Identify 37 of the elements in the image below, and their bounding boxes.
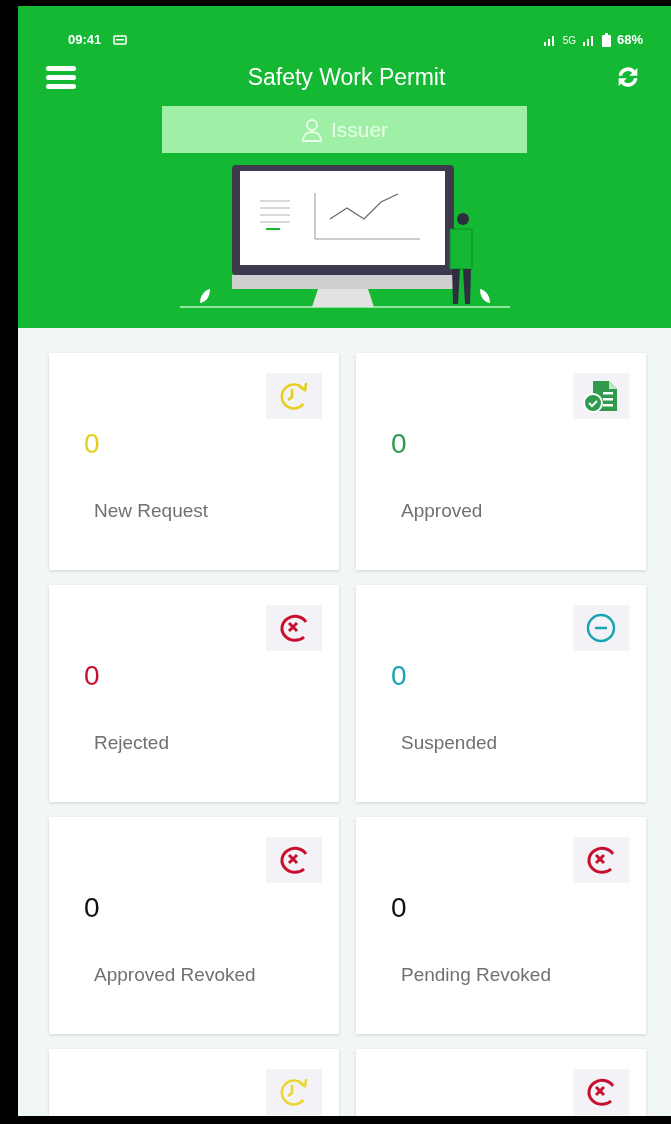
signal-icon — [581, 34, 596, 46]
signal-icon — [542, 34, 557, 46]
status-label: Suspended — [401, 731, 498, 755]
status-card[interactable]: 0 New Request — [49, 353, 339, 570]
leaf-icon — [199, 289, 210, 303]
status-label: New Request — [94, 499, 209, 523]
status-label: Approved Revoked — [94, 963, 256, 987]
status-label: Pending Revoked — [401, 963, 551, 987]
count-value: 0 — [391, 427, 407, 461]
status-label: Approved — [401, 499, 483, 523]
status-card[interactable]: 0 Approved — [356, 353, 646, 570]
app-title: Safety Work Permit — [247, 62, 446, 92]
battery-percent: 68% — [616, 31, 643, 50]
role-label: Issuer — [330, 116, 389, 143]
circle-minus-icon — [573, 605, 629, 651]
trend-line — [328, 193, 399, 220]
network-type: 5G — [562, 33, 576, 48]
person-icon — [300, 117, 323, 142]
circle-x-icon — [573, 837, 629, 883]
count-value: 0 — [84, 659, 100, 693]
battery-icon — [601, 33, 611, 47]
count-value: 0 — [84, 891, 100, 925]
circle-x-icon — [266, 837, 322, 883]
status-card[interactable]: 0 Rejected — [49, 585, 339, 802]
circle-x-icon — [573, 1069, 629, 1115]
leaf-icon — [479, 289, 490, 303]
circle-x-icon — [266, 605, 322, 651]
status-label: Rejected — [94, 731, 169, 755]
count-value: 0 — [391, 891, 407, 925]
status-time: 09:41 — [68, 31, 102, 50]
status-card[interactable]: 0 Approved Revoked — [49, 817, 339, 1034]
document-check-icon — [573, 373, 629, 419]
screen-cast-icon — [113, 35, 128, 45]
count-value: 0 — [84, 427, 100, 461]
status-card[interactable]: 0 Pending Revoked — [356, 817, 646, 1034]
count-value: 0 — [391, 659, 407, 693]
status-card[interactable]: 0 Suspended — [356, 585, 646, 802]
